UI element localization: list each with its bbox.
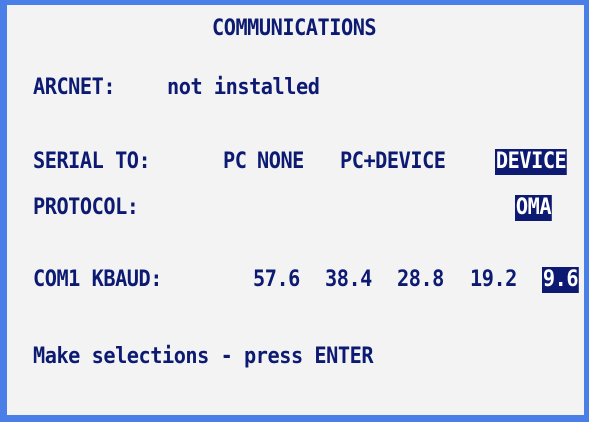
serial-option-pc-device[interactable]: PC+DEVICE xyxy=(340,149,446,175)
arcnet-status: not installed xyxy=(167,75,320,100)
baud-option-28-8[interactable]: 28.8 xyxy=(397,267,444,293)
serial-option-device[interactable]: DEVICE xyxy=(495,149,568,175)
baud-option-9-6[interactable]: 9.6 xyxy=(542,267,580,293)
serial-option-pc[interactable]: PC xyxy=(223,149,247,175)
baud-option-57-6[interactable]: 57.6 xyxy=(253,267,300,293)
baud-option-19-2[interactable]: 19.2 xyxy=(470,267,517,293)
instruction-prompt: Make selections - press ENTER xyxy=(33,344,374,369)
communications-screen: COMMUNICATIONS ARCNET: not installed SER… xyxy=(0,0,589,422)
baud-option-38-4[interactable]: 38.4 xyxy=(325,267,372,293)
serial-option-none[interactable]: NONE xyxy=(257,149,304,175)
arcnet-label: ARCNET: xyxy=(33,75,116,100)
protocol-option-oma[interactable]: OMA xyxy=(515,195,553,221)
com1-kbaud-label: COM1 KBAUD: xyxy=(33,267,162,292)
protocol-label: PROTOCOL: xyxy=(33,195,139,220)
screen-title: COMMUNICATIONS xyxy=(212,16,377,41)
serial-to-label: SERIAL TO: xyxy=(33,149,151,174)
